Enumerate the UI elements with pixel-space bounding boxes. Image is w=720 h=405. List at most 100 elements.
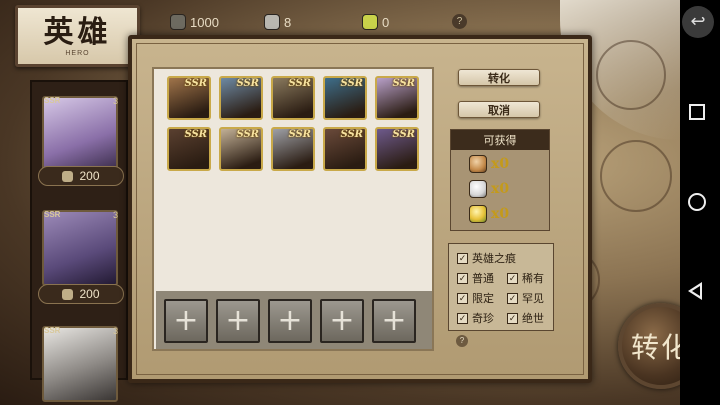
hero-card-slot[interactable]: SSR xyxy=(167,76,211,120)
checkbox-icon[interactable]: ✓ xyxy=(507,312,518,324)
rarity-label: SSR xyxy=(44,326,61,335)
convert-button[interactable]: 转化 xyxy=(458,69,540,86)
silver-gem-icon xyxy=(469,180,487,198)
filter-label: 限定 xyxy=(472,293,494,305)
gold-gem-icon xyxy=(469,205,487,223)
ssr-label: SSR xyxy=(288,129,311,140)
filter-legendary[interactable]: ✓ 绝世 xyxy=(507,311,544,325)
ssr-label: SSR xyxy=(340,78,363,89)
gem-icon xyxy=(362,14,378,30)
cancel-button[interactable]: 取消 xyxy=(458,101,540,118)
checkbox-icon[interactable]: ✓ xyxy=(507,292,518,304)
filter-rare[interactable]: ✓ 稀有 xyxy=(507,271,544,285)
obtain-count: x0 xyxy=(491,206,510,222)
coin-count: 1000 xyxy=(190,14,219,30)
obtain-row: x0 xyxy=(469,179,509,199)
hero-card-slot[interactable]: SSR xyxy=(375,76,419,120)
checkbox-icon[interactable]: ✓ xyxy=(457,252,468,264)
empty-slot-plus[interactable]: + xyxy=(216,299,260,343)
ssr-label: SSR xyxy=(288,78,311,89)
empty-slot-plus[interactable]: + xyxy=(164,299,208,343)
crystal-icon xyxy=(62,170,74,182)
filter-treasure[interactable]: ✓ 奇珍 xyxy=(457,311,494,325)
page-title: 英雄 xyxy=(43,14,112,50)
hero-card-slot[interactable]: SSR xyxy=(271,76,315,120)
hero-count: 3 xyxy=(112,326,118,336)
ssr-label: SSR xyxy=(236,78,259,89)
rarity-label: SSR xyxy=(44,210,61,219)
return-icon[interactable]: ↩ xyxy=(682,6,714,38)
hero-list[interactable]: SSR 3 200 SSR 3 200 SSR 3 xyxy=(30,80,128,402)
filter-label: 英雄之痕 xyxy=(472,253,516,265)
convert-panel: SSR SSR SSR SSR SSR SSR SSR SSR SSR SSR … xyxy=(128,35,592,383)
filter-hero-trace[interactable]: ✓ 英雄之痕 xyxy=(457,251,516,265)
copper-gem-icon xyxy=(469,155,487,173)
checkbox-icon[interactable]: ✓ xyxy=(457,272,468,284)
decor-circle xyxy=(600,140,672,212)
convert-slot-bar: + + + + + xyxy=(156,291,432,349)
hero-card[interactable]: SSR 3 xyxy=(38,320,122,405)
empty-slot-plus[interactable]: + xyxy=(268,299,312,343)
checkbox-icon[interactable]: ✓ xyxy=(507,272,518,284)
obtain-count: x0 xyxy=(491,156,510,172)
hero-card-slot[interactable]: SSR xyxy=(323,76,367,120)
resource-gems: 0 xyxy=(362,12,389,32)
hero-count: 3 xyxy=(112,96,118,106)
ssr-label: SSR xyxy=(392,129,415,140)
hero-portrait xyxy=(42,210,118,286)
resource-coins: 1000 xyxy=(170,12,219,32)
hero-card-slot[interactable]: SSR xyxy=(167,127,211,171)
ssr-label: SSR xyxy=(340,129,363,140)
ssr-label: SSR xyxy=(184,78,207,89)
obtain-row: x0 xyxy=(469,204,509,224)
obtain-row: x0 xyxy=(469,154,509,174)
cost-value: 200 xyxy=(79,169,100,183)
crystal-icon xyxy=(62,288,74,300)
hero-title-plate: 英雄 HERO xyxy=(15,5,140,67)
filter-label: 绝世 xyxy=(522,313,544,325)
checkbox-icon[interactable]: ✓ xyxy=(457,292,468,304)
obtainable-title: 可获得 xyxy=(451,130,549,150)
selected-heroes-grid: SSR SSR SSR SSR SSR SSR SSR SSR SSR SSR … xyxy=(152,67,434,351)
empty-slot-plus[interactable]: + xyxy=(320,299,364,343)
hero-card-slot[interactable]: SSR xyxy=(271,127,315,171)
cost-badge: 200 xyxy=(38,166,124,186)
filter-common[interactable]: ✓ 普通 xyxy=(457,271,494,285)
page-subtitle: HERO xyxy=(65,49,90,57)
obtainable-box: 可获得 x0 x0 x0 xyxy=(450,129,550,231)
filter-limited[interactable]: ✓ 限定 xyxy=(457,291,494,305)
hero-card-slot[interactable]: SSR xyxy=(219,76,263,120)
crystal-icon xyxy=(264,14,280,30)
help-icon[interactable]: ? xyxy=(456,335,468,347)
recent-apps-icon[interactable] xyxy=(689,104,705,120)
filter-label: 稀有 xyxy=(522,273,544,285)
hero-portrait xyxy=(42,96,118,172)
home-icon[interactable] xyxy=(688,193,706,211)
filter-box: ✓ 英雄之痕 ✓ 普通 ✓ 稀有 ✓ 限定 ✓ 罕见 ✓ 奇珍 ✓ 绝世 xyxy=(448,243,554,331)
ssr-label: SSR xyxy=(184,129,207,140)
checkbox-icon[interactable]: ✓ xyxy=(457,312,468,324)
ssr-label: SSR xyxy=(392,78,415,89)
obtain-count: x0 xyxy=(491,181,510,197)
cost-badge: 200 xyxy=(38,284,124,304)
help-icon[interactable]: ? xyxy=(452,14,467,29)
empty-slot-plus[interactable]: + xyxy=(372,299,416,343)
decor-circle xyxy=(596,40,666,110)
hero-card-slot[interactable]: SSR xyxy=(323,127,367,171)
hero-portrait xyxy=(42,326,118,402)
filter-uncommon[interactable]: ✓ 罕见 xyxy=(507,291,544,305)
back-icon-inner xyxy=(692,286,700,296)
gem-count: 0 xyxy=(382,14,390,30)
filter-label: 罕见 xyxy=(522,293,544,305)
filter-label: 普通 xyxy=(472,273,494,285)
resource-crystals: 8 xyxy=(264,12,291,32)
rarity-label: SSR xyxy=(44,96,61,105)
filter-label: 奇珍 xyxy=(472,313,494,325)
hero-card-slot[interactable]: SSR xyxy=(219,127,263,171)
cost-value: 200 xyxy=(79,287,100,301)
hero-card-slot[interactable]: SSR xyxy=(375,127,419,171)
coin-icon xyxy=(170,14,186,30)
hero-count: 3 xyxy=(112,210,118,220)
crystal-count: 8 xyxy=(284,14,292,30)
ssr-label: SSR xyxy=(236,129,259,140)
